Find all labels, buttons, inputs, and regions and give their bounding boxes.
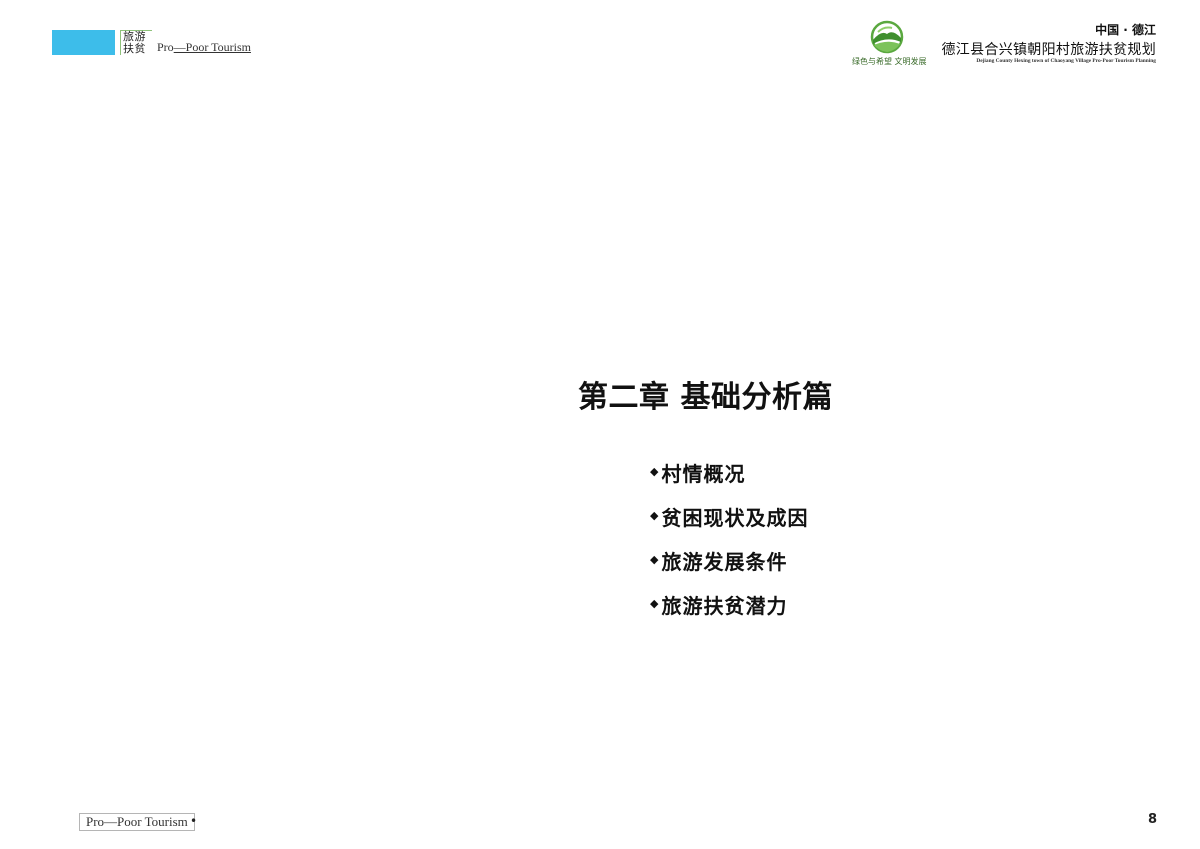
page-number: 8 xyxy=(1148,812,1158,827)
chapter-contents-list: ◆ 村情概况 ◆ 贫困现状及成因 ◆ 旅游发展条件 ◆ 旅游扶贫潜力 xyxy=(650,450,808,626)
chapter-title: 第二章 基础分析篇 xyxy=(578,380,833,415)
region-title: 中国 · 德江 xyxy=(1095,23,1156,37)
stamp-line-2: 扶贫 xyxy=(123,42,146,55)
list-item: ◆ 贫困现状及成因 xyxy=(650,494,808,538)
footer-brand: Pro—Poor Tourism xyxy=(79,813,195,831)
mountain-logo-icon xyxy=(870,20,904,54)
brand-stamp: 旅游 扶贫 xyxy=(120,30,152,55)
logo-caption: 绿色与希望 文明发展 xyxy=(852,57,927,66)
brand-suffix: —Poor Tourism xyxy=(173,40,251,54)
project-subtitle: Dejiang County Hexing town of Chaoyang V… xyxy=(976,58,1156,64)
list-item-label: 村情概况 xyxy=(661,461,746,486)
diamond-bullet-icon: ◆ xyxy=(650,596,660,610)
diamond-bullet-icon: ◆ xyxy=(650,464,660,478)
brand-color-block xyxy=(52,30,115,55)
project-title: 德江县合兴镇朝阳村旅游扶贫规划 xyxy=(941,42,1156,58)
brand-prefix: Pro xyxy=(157,40,174,54)
diamond-bullet-icon: ◆ xyxy=(650,508,660,522)
list-item: ◆ 旅游发展条件 xyxy=(650,538,808,582)
list-item: ◆ 旅游扶贫潜力 xyxy=(650,582,808,626)
list-item-label: 旅游扶贫潜力 xyxy=(661,593,788,618)
list-item-label: 贫困现状及成因 xyxy=(661,505,809,530)
brand-text: Pro—Poor Tourism xyxy=(157,40,251,55)
diamond-bullet-icon: ◆ xyxy=(650,552,660,566)
list-item-label: 旅游发展条件 xyxy=(661,549,788,574)
list-item: ◆ 村情概况 xyxy=(650,450,808,494)
footer-dot: • xyxy=(190,814,198,828)
